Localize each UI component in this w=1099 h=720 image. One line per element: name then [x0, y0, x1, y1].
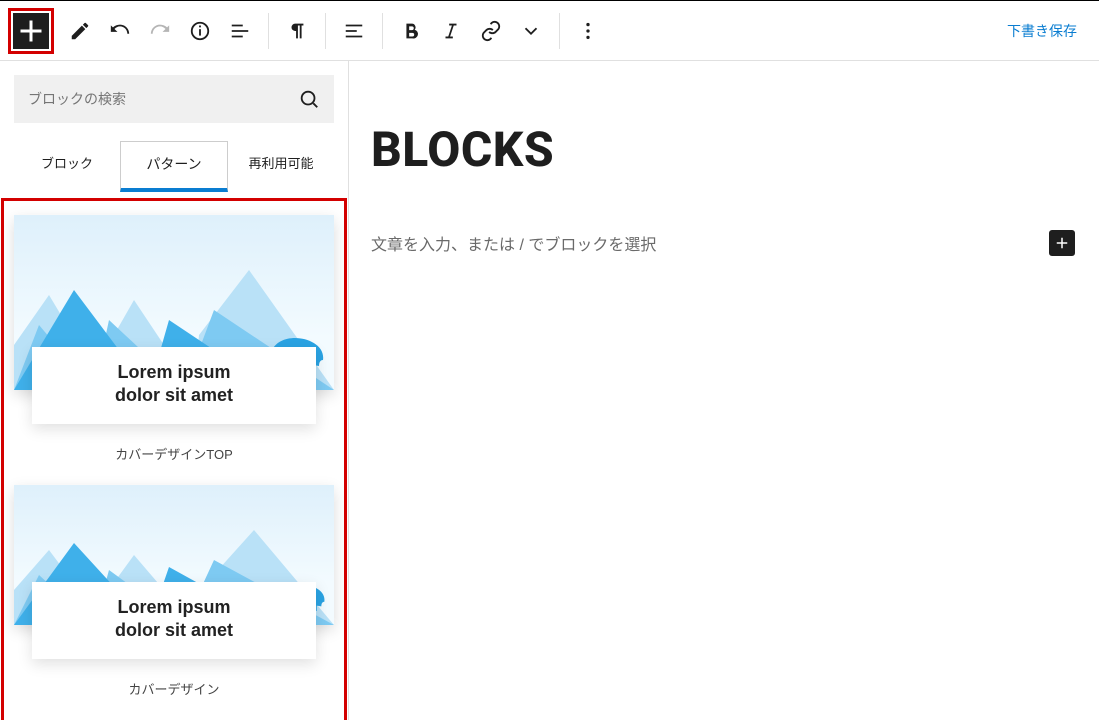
tab-patterns[interactable]: パターン — [120, 141, 228, 192]
italic-button[interactable] — [433, 13, 469, 49]
editor-canvas[interactable]: BLOCKS 文章を入力、または / でブロックを選択 — [349, 61, 1099, 720]
toolbar-separator — [325, 13, 326, 49]
toggle-inserter-highlight — [8, 8, 54, 54]
top-toolbar: 下書き保存 — [0, 1, 1099, 61]
tab-reusable[interactable]: 再利用可能 — [228, 141, 334, 192]
search-icon — [298, 88, 320, 110]
tab-blocks[interactable]: ブロック — [14, 141, 120, 192]
inserter-tabs: ブロック パターン 再利用可能 — [14, 141, 334, 192]
pattern-headline-card: Lorem ipsum dolor sit amet — [32, 582, 316, 659]
pattern-caption: カバーデザイン — [14, 679, 334, 698]
chevron-down-icon — [520, 20, 542, 42]
bold-button[interactable] — [393, 13, 429, 49]
pencil-icon — [69, 20, 91, 42]
block-inserter-panel: ブロック パターン 再利用可能 Lorem ipsum dolor sit am… — [0, 61, 349, 720]
more-rich-text-button[interactable] — [513, 13, 549, 49]
toolbar-left-group — [8, 8, 606, 54]
save-draft-button[interactable]: 下書き保存 — [993, 13, 1091, 49]
pattern-list-highlight: Lorem ipsum dolor sit amet カバーデザインTOP — [1, 198, 347, 720]
pattern-headline: Lorem ipsum dolor sit amet — [38, 596, 310, 641]
redo-icon — [149, 20, 171, 42]
pattern-list-container: Lorem ipsum dolor sit amet カバーデザインTOP — [0, 198, 348, 720]
undo-button[interactable] — [102, 13, 138, 49]
pattern-headline-card: Lorem ipsum dolor sit amet — [32, 347, 316, 424]
inline-inserter-button[interactable] — [1049, 230, 1075, 256]
link-icon — [480, 20, 502, 42]
kebab-icon — [577, 20, 599, 42]
outline-button[interactable] — [222, 13, 258, 49]
block-options-button[interactable] — [570, 13, 606, 49]
paragraph-block-button[interactable] — [279, 13, 315, 49]
redo-button[interactable] — [142, 13, 178, 49]
align-left-icon — [343, 20, 365, 42]
toolbar-separator — [382, 13, 383, 49]
post-title[interactable]: BLOCKS — [371, 121, 1075, 178]
list-view-icon — [229, 20, 251, 42]
italic-icon — [440, 20, 462, 42]
undo-icon — [109, 20, 131, 42]
pattern-caption: カバーデザインTOP — [14, 444, 334, 463]
pattern-item[interactable]: Lorem ipsum dolor sit amet カバーデザインTOP — [14, 215, 334, 463]
main-area: ブロック パターン 再利用可能 Lorem ipsum dolor sit am… — [0, 61, 1099, 720]
pattern-thumbnail: Lorem ipsum dolor sit amet — [14, 215, 334, 390]
block-search-input[interactable] — [28, 91, 298, 107]
toolbar-separator — [268, 13, 269, 49]
edit-mode-button[interactable] — [62, 13, 98, 49]
plus-icon — [13, 13, 49, 49]
empty-paragraph-row: 文章を入力、または / でブロックを選択 — [371, 230, 1075, 256]
info-icon — [189, 20, 211, 42]
block-search — [14, 75, 334, 123]
link-button[interactable] — [473, 13, 509, 49]
details-button[interactable] — [182, 13, 218, 49]
pattern-headline: Lorem ipsum dolor sit amet — [38, 361, 310, 406]
pattern-item[interactable]: Lorem ipsum dolor sit amet カバーデザイン — [14, 485, 334, 698]
toolbar-separator — [559, 13, 560, 49]
paragraph-placeholder[interactable]: 文章を入力、または / でブロックを選択 — [371, 231, 1037, 255]
pattern-thumbnail: Lorem ipsum dolor sit amet — [14, 485, 334, 625]
align-button[interactable] — [336, 13, 372, 49]
bold-icon — [400, 20, 422, 42]
toggle-block-inserter-button[interactable] — [13, 13, 49, 49]
plus-icon — [1053, 234, 1071, 252]
pilcrow-icon — [286, 20, 308, 42]
